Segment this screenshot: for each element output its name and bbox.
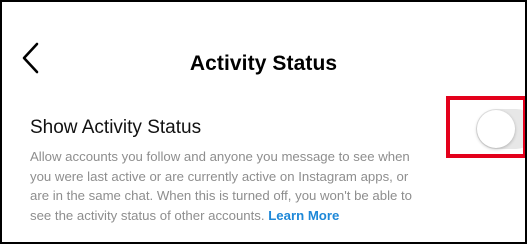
setting-title: Show Activity Status [30,117,202,138]
activity-status-toggle[interactable] [476,109,525,149]
setting-description: Allow accounts you follow and anyone you… [30,147,430,225]
description-text: Allow accounts you follow and anyone you… [30,149,412,223]
header: Activity Status [2,2,525,86]
learn-more-link[interactable]: Learn More [268,208,339,223]
screen-frame: Activity Status Show Activity Status All… [0,0,527,244]
toggle-knob [477,110,515,148]
page-title: Activity Status [189,52,338,75]
